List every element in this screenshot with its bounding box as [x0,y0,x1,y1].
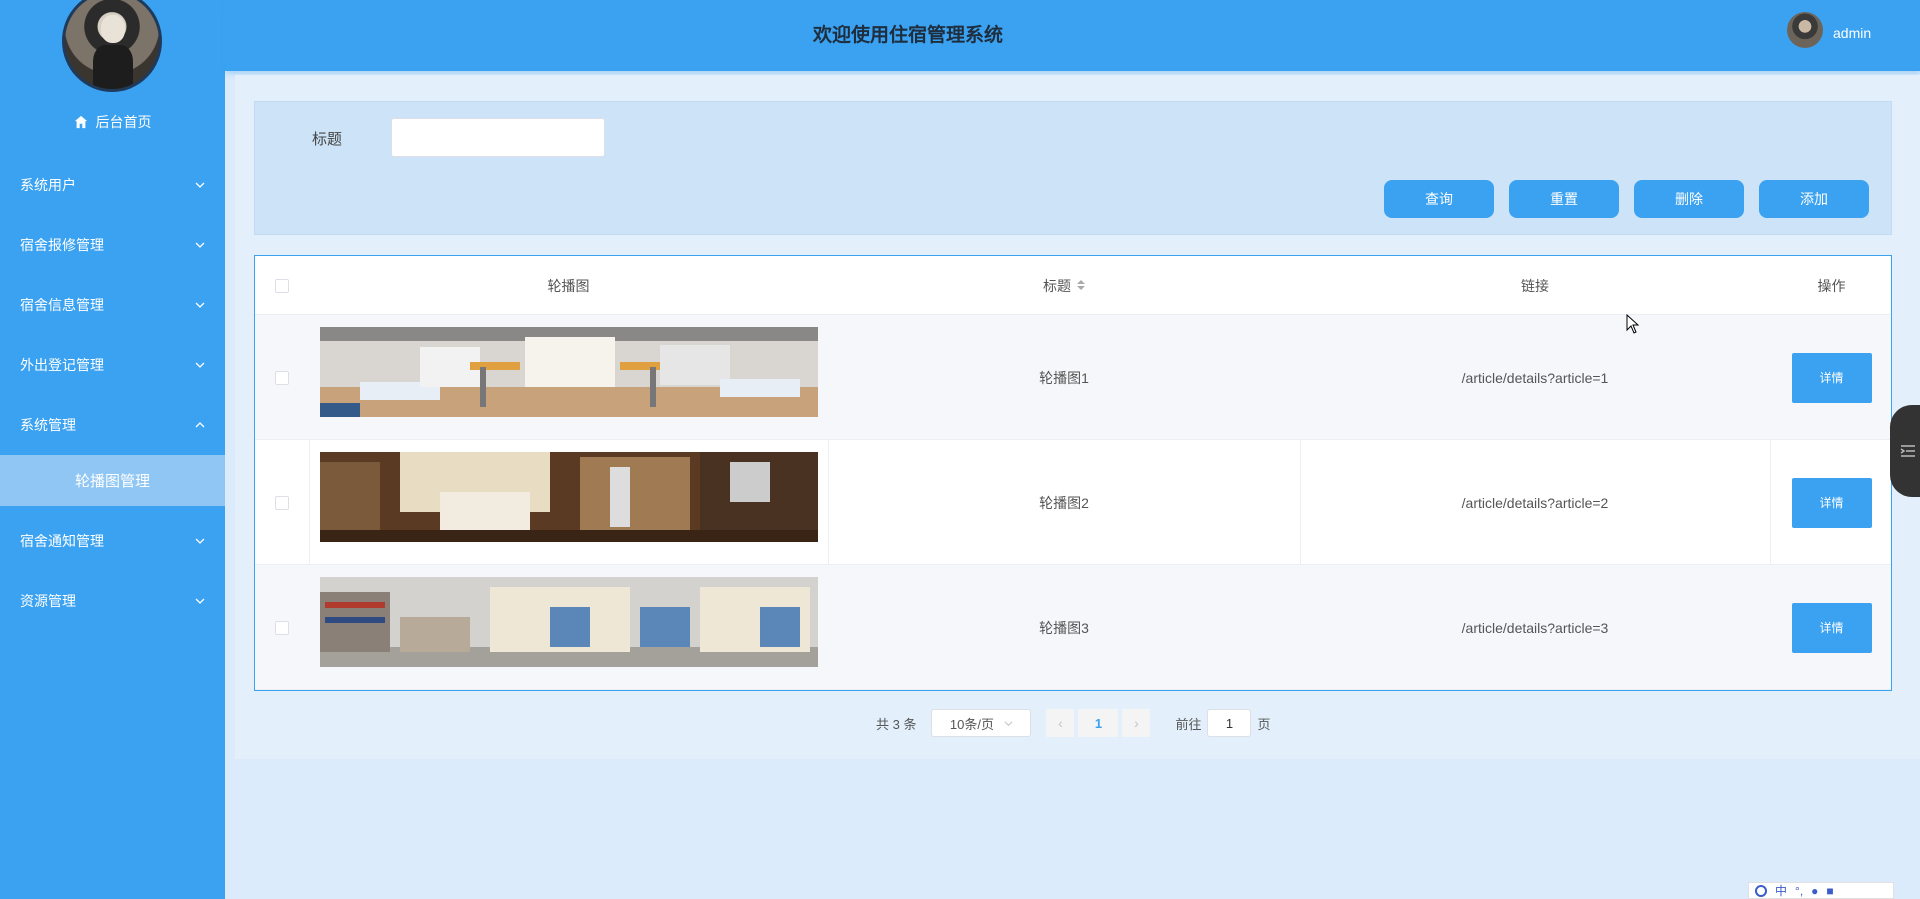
ime-mic-icon[interactable]: ● [1811,884,1818,898]
ime-punct-icon[interactable]: °, [1795,884,1803,898]
row-checkbox[interactable] [275,370,289,385]
sidebar-item-outing[interactable]: 外出登记管理 [0,335,225,395]
sidebar-item-label: 资源管理 [20,593,76,609]
home-label: 后台首页 [95,114,152,130]
search-title-label: 标题 [312,131,343,148]
sidebar-item-label: 系统管理 [20,417,76,433]
side-drawer-tab[interactable] [1890,405,1920,497]
carousel-table: 轮播图 标题 链接 操作 轮播图1 /article/details?artic… [254,255,1892,691]
row-link: /article/details?article=1 [1461,369,1609,386]
query-button[interactable]: 查询 [1384,180,1494,218]
table-row: 轮播图2 /article/details?article=2 详情 [255,440,1891,565]
sidebar-subitem-carousel[interactable]: 轮播图管理 [0,455,225,506]
detail-button[interactable]: 详情 [1791,602,1872,653]
row-link: /article/details?article=2 [1461,494,1609,511]
page-size-value: 10条/页 [949,716,994,732]
detail-button[interactable]: 详情 [1791,477,1872,528]
sidebar-item-notice[interactable]: 宿舍通知管理 [0,511,225,571]
goto-label: 前往 [1175,716,1202,732]
sidebar-item-label: 宿舍报修管理 [20,237,104,253]
chevron-down-icon [195,362,205,368]
chevron-down-icon [195,538,205,544]
page-title: 欢迎使用住宿管理系统 [813,25,1004,46]
table-header: 轮播图 标题 链接 操作 [255,256,1891,315]
sidebar-item-label: 宿舍信息管理 [20,297,104,313]
row-title: 轮播图3 [1039,619,1089,636]
top-header: 欢迎使用住宿管理系统 admin [225,0,1920,71]
sidebar-item-label: 外出登记管理 [20,357,104,373]
reset-button[interactable]: 重置 [1509,180,1619,218]
carousel-image [320,327,818,417]
ime-grid-icon[interactable]: ■ [1826,884,1833,898]
row-link: /article/details?article=3 [1461,619,1609,636]
header-action: 操作 [1817,277,1846,294]
table-row: 轮播图1 /article/details?article=1 详情 [255,315,1891,440]
pagination: 共 3 条 10条/页 ‹ 1 › 前往 页 [876,709,1271,737]
select-all-checkbox[interactable] [275,278,289,293]
detail-button[interactable]: 详情 [1791,352,1872,403]
row-title: 轮播图1 [1039,369,1089,386]
row-title: 轮播图2 [1039,494,1089,511]
sidebar-menu: 系统用户 宿舍报修管理 宿舍信息管理 外出登记管理 系统管理 轮播图管理 宿舍通… [0,155,225,631]
page-size-select[interactable]: 10条/页 [931,709,1032,737]
chevron-up-icon [195,422,205,428]
goto-page-input[interactable] [1207,709,1252,737]
pagination-total: 共 3 条 [876,716,917,732]
sidebar-item-repair[interactable]: 宿舍报修管理 [0,215,225,275]
delete-button[interactable]: 删除 [1634,180,1744,218]
ime-logo-icon [1755,884,1767,897]
header-image: 轮播图 [547,277,590,294]
chevron-down-icon [195,242,205,248]
header-link: 链接 [1521,277,1549,294]
chevron-down-icon [195,598,205,604]
table-row: 轮播图3 /article/details?article=3 详情 [255,565,1891,690]
next-page-button[interactable]: › [1122,709,1151,737]
ime-mode[interactable]: 中 [1775,882,1787,899]
menu-fold-icon [1900,445,1915,457]
sidebar-item-system-users[interactable]: 系统用户 [0,155,225,215]
mouse-cursor-icon [1626,314,1640,334]
sidebar-item-dorm-info[interactable]: 宿舍信息管理 [0,275,225,335]
user-avatar[interactable] [1787,12,1823,48]
carousel-image [320,577,818,667]
sort-icon[interactable] [1077,279,1085,292]
prev-page-button[interactable]: ‹ [1046,709,1075,737]
page-suffix: 页 [1257,716,1271,732]
row-checkbox[interactable] [275,495,289,510]
carousel-image [320,452,818,542]
sidebar-item-resources[interactable]: 资源管理 [0,571,225,631]
sidebar-item-system-management[interactable]: 系统管理 [0,395,225,455]
ime-toolbar[interactable]: 中 °, ● ■ [1748,882,1894,899]
chevron-down-icon [1004,720,1013,726]
chevron-down-icon [195,182,205,188]
add-button[interactable]: 添加 [1759,180,1869,218]
sidebar: 后台首页 系统用户 宿舍报修管理 宿舍信息管理 外出登记管理 系统管理 轮播图管… [0,0,225,899]
search-title-input[interactable] [391,118,605,157]
sidebar-item-label: 宿舍通知管理 [20,533,104,549]
user-name[interactable]: admin [1833,25,1871,41]
home-icon [74,115,87,129]
chevron-down-icon [195,302,205,308]
sidebar-item-label: 系统用户 [20,177,76,193]
page-number[interactable]: 1 [1078,709,1119,737]
header-title[interactable]: 标题 [828,256,1300,315]
row-checkbox[interactable] [275,620,289,635]
page-jump: 前往 页 [1175,709,1271,737]
home-link[interactable]: 后台首页 [0,110,225,134]
sidebar-avatar [62,0,162,92]
header-title-label: 标题 [1043,277,1071,294]
